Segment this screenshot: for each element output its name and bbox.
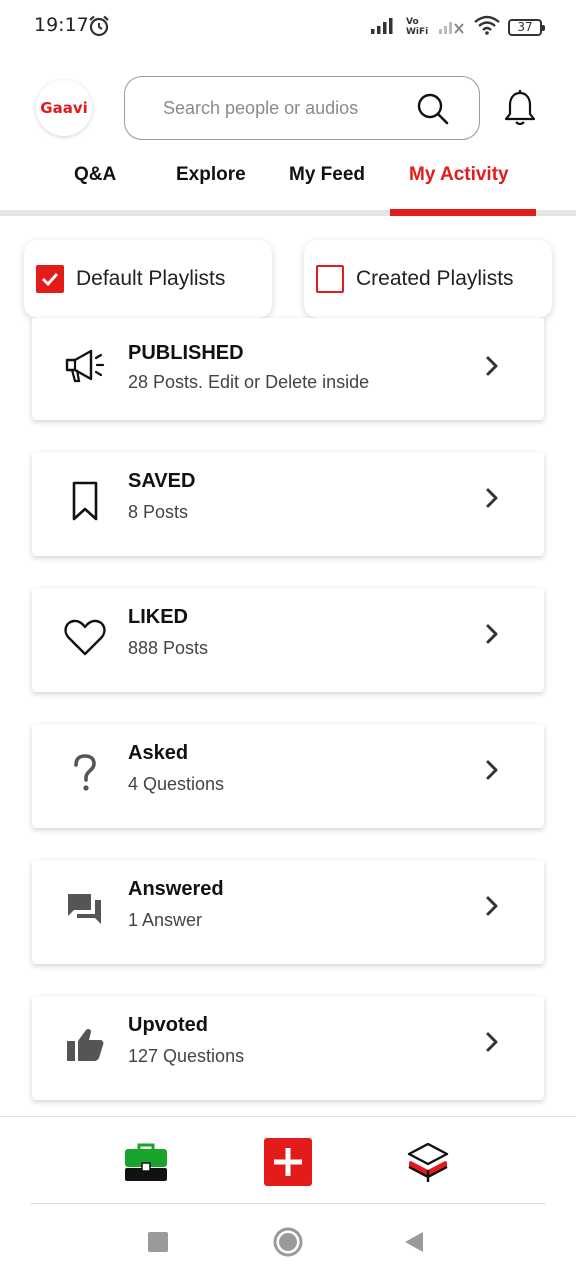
- tab-explore[interactable]: Explore: [176, 164, 246, 186]
- recents-square-icon[interactable]: [148, 1232, 168, 1256]
- search-input[interactable]: Search people or audios: [124, 76, 480, 140]
- card-title: Asked: [128, 742, 189, 764]
- app-logo[interactable]: Gaavi: [36, 80, 92, 136]
- bottom-nav: [0, 1116, 576, 1206]
- tab-my-feed[interactable]: My Feed: [289, 164, 365, 186]
- vowifi-label: Vo WiFi: [406, 17, 429, 37]
- default-playlists-label: Default Playlists: [76, 267, 226, 290]
- tab-my-activity[interactable]: My Activity: [409, 164, 509, 186]
- search-icon[interactable]: [415, 91, 451, 131]
- chevron-right-icon[interactable]: [482, 622, 502, 650]
- activity-card-published[interactable]: PUBLISHED 28 Posts. Edit or Delete insid…: [32, 318, 544, 420]
- alarm-clock-icon: [87, 14, 111, 42]
- home-circle-icon[interactable]: [273, 1227, 303, 1261]
- card-title: SAVED: [128, 470, 196, 492]
- checkbox-checked-icon[interactable]: [36, 265, 64, 293]
- checkbox-unchecked-icon[interactable]: [316, 265, 344, 293]
- battery-icon: 37: [508, 18, 545, 36]
- default-playlists-toggle[interactable]: Default Playlists: [24, 240, 272, 318]
- card-subtitle: 888 Posts: [128, 638, 209, 658]
- card-subtitle: 4 Questions: [128, 774, 225, 794]
- logo-text: Gaavi: [40, 99, 88, 117]
- add-post-icon[interactable]: [263, 1137, 313, 1187]
- cell-signal-icon: [370, 15, 398, 39]
- wifi-icon: [474, 15, 500, 39]
- activity-card-upvoted[interactable]: Upvoted 127 Questions: [32, 996, 544, 1100]
- status-time: 19:17: [34, 14, 89, 36]
- megaphone-icon: [62, 342, 108, 388]
- card-subtitle: 1 Answer: [128, 910, 203, 930]
- created-playlists-toggle[interactable]: Created Playlists: [304, 240, 552, 318]
- heart-icon: [62, 614, 108, 660]
- bookmark-icon: [62, 478, 108, 524]
- status-bar: 19:17 Vo WiFi 37: [0, 0, 576, 56]
- search-placeholder: Search people or audios: [163, 97, 359, 118]
- chevron-right-icon[interactable]: [482, 894, 502, 922]
- cell-signal-off-icon: [438, 15, 466, 39]
- card-subtitle: 8 Posts: [128, 502, 189, 522]
- back-triangle-icon[interactable]: [404, 1231, 424, 1257]
- activity-card-answered[interactable]: Answered 1 Answer: [32, 860, 544, 964]
- active-tab-indicator: [390, 209, 536, 216]
- card-subtitle: 28 Posts. Edit or Delete inside: [128, 372, 370, 392]
- card-subtitle: 127 Questions: [128, 1046, 245, 1066]
- thumbs-up-icon: [62, 1022, 108, 1068]
- chevron-right-icon[interactable]: [482, 758, 502, 786]
- card-title: LIKED: [128, 606, 188, 628]
- notification-bell-icon[interactable]: [502, 89, 538, 131]
- layers-icon[interactable]: [403, 1137, 453, 1187]
- status-indicators: Vo WiFi 37: [370, 14, 545, 40]
- chevron-right-icon[interactable]: [482, 1030, 502, 1058]
- system-nav-bar: [0, 1206, 576, 1280]
- activity-card-asked[interactable]: Asked 4 Questions: [32, 724, 544, 828]
- activity-card-saved[interactable]: SAVED 8 Posts: [32, 452, 544, 556]
- tab-bar: Q&A Explore My Feed My Activity: [0, 156, 576, 218]
- chevron-right-icon[interactable]: [482, 486, 502, 514]
- tab-qa[interactable]: Q&A: [74, 164, 116, 186]
- question-icon: [62, 750, 108, 796]
- card-title: Answered: [128, 878, 224, 900]
- bottom-nav-divider: [30, 1203, 546, 1204]
- card-title: PUBLISHED: [128, 342, 244, 364]
- created-playlists-label: Created Playlists: [356, 267, 514, 290]
- chat-bubbles-icon: [62, 886, 108, 932]
- activity-card-liked[interactable]: LIKED 888 Posts: [32, 588, 544, 692]
- card-title: Upvoted: [128, 1014, 208, 1036]
- briefcase-icon[interactable]: [121, 1137, 171, 1187]
- chevron-right-icon[interactable]: [482, 354, 502, 382]
